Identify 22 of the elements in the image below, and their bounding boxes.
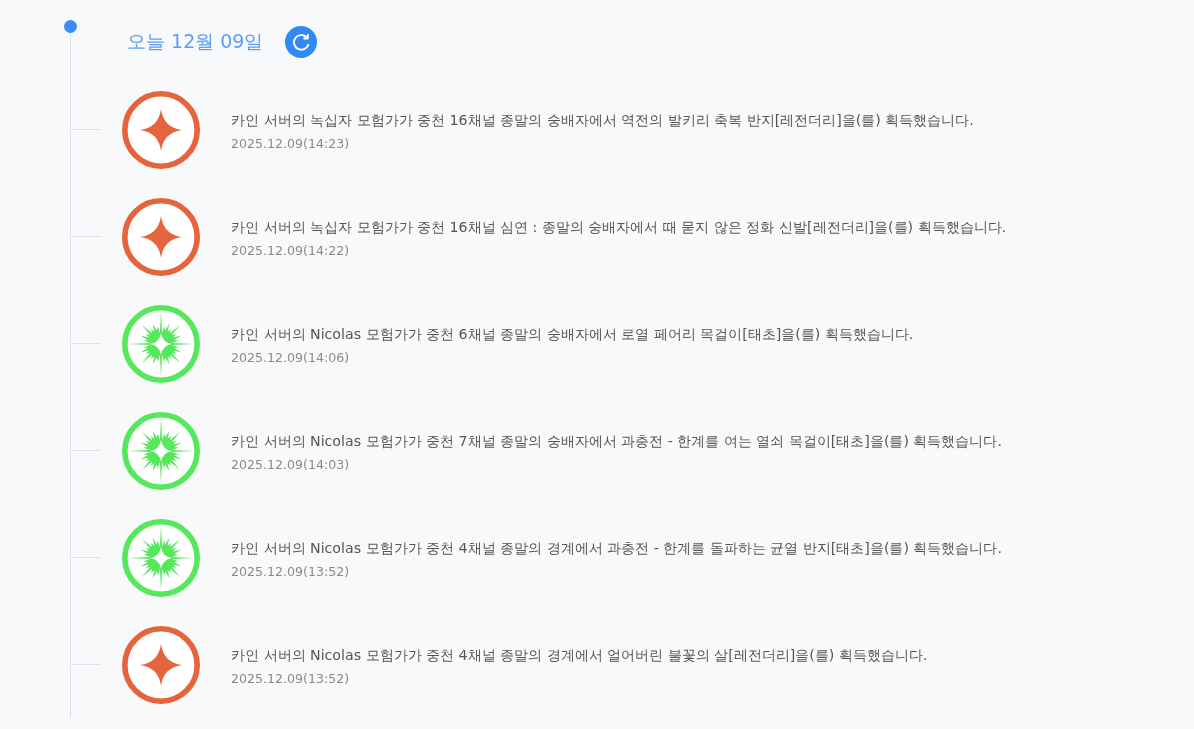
sparkle-icon xyxy=(122,197,200,276)
refresh-button[interactable] xyxy=(285,26,318,58)
drop-time: 2025.12.09(14:22) xyxy=(231,241,351,260)
drop-message: 카인 서버의 Nicolas 모험가가 중천 4채널 종말의 경계에서 얼어버린 불꽃의 살[레전더리]을(를) 획득했습니다. xyxy=(231,645,928,665)
drop-message: 카인 서버의 녹십자 모험가가 중천 16채널 종말의 숭배자에서 역전의 발키리 축복 반지[레전더리]을(를) 획득했습니다. xyxy=(231,110,974,130)
timeline-dot-icon xyxy=(64,20,77,33)
drop-time: 2025.12.09(14:06) xyxy=(231,348,351,367)
starburst-icon xyxy=(122,411,200,490)
refresh-icon xyxy=(292,33,310,51)
drop-time: 2025.12.09(14:03) xyxy=(231,455,351,474)
drop-message: 카인 서버의 Nicolas 모험가가 중천 6채널 종말의 숭배자에서 로열 페어리 목걸이[태초]을(를) 획득했습니다. xyxy=(231,324,914,344)
sparkle-icon xyxy=(122,625,200,704)
drop-time: 2025.12.09(13:52) xyxy=(231,669,351,688)
drop-time: 2025.12.09(13:52) xyxy=(231,562,351,581)
drop-time: 2025.12.09(14:23) xyxy=(231,134,351,153)
sparkle-icon xyxy=(122,90,200,169)
starburst-icon xyxy=(122,304,200,383)
starburst-icon xyxy=(122,518,200,597)
date-heading: 오늘 12월 09일 xyxy=(127,29,264,54)
drop-message: 카인 서버의 Nicolas 모험가가 중천 4채널 종말의 경계에서 과충전 - 한계를 돌파하는 균열 반지[태초]을(를) 획득했습니다. xyxy=(231,538,1002,558)
drop-message: 카인 서버의 녹십자 모험가가 중천 16채널 심연 : 종말의 숭배자에서 때 묻지 않은 정화 신발[레전더리]을(를) 획득했습니다. xyxy=(231,217,1007,237)
drop-message: 카인 서버의 Nicolas 모험가가 중천 7채널 종말의 숭배자에서 과충전 - 한계를 여는 열쇠 목걸이[태초]을(를) 획득했습니다. xyxy=(231,431,1002,451)
